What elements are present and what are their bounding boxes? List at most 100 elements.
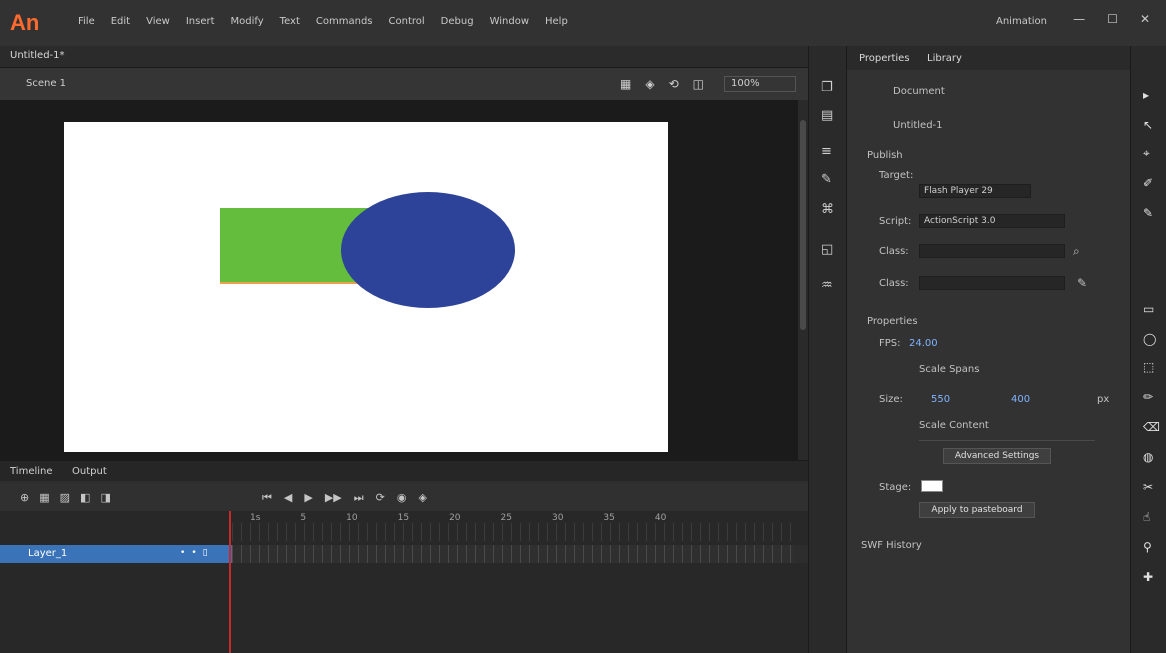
transform-tool-icon[interactable]: ⌖ bbox=[1143, 146, 1150, 161]
center-frame-icon[interactable]: ◉ bbox=[397, 491, 407, 505]
document-tab[interactable]: Untitled-1* bbox=[10, 50, 65, 61]
play-icon[interactable]: ▶ bbox=[304, 491, 312, 505]
rotate-icon[interactable]: ⟲ bbox=[669, 77, 679, 91]
first-frame-icon[interactable]: ⏮ bbox=[262, 491, 272, 505]
menu-file[interactable]: File bbox=[78, 16, 95, 27]
rectangle-tool-icon[interactable]: ▭ bbox=[1143, 302, 1154, 316]
menu-debug[interactable]: Debug bbox=[441, 16, 474, 27]
pen-tool-icon[interactable]: ✎ bbox=[1143, 206, 1153, 220]
advanced-settings-button[interactable]: Advanced Settings bbox=[943, 448, 1051, 464]
stage-label: Stage: bbox=[879, 482, 912, 493]
stage-scrollbar[interactable] bbox=[798, 100, 808, 460]
close-icon[interactable]: ✕ bbox=[1140, 12, 1150, 26]
properties-panel: Properties Library Document Untitled-1 P… bbox=[846, 46, 1131, 653]
eraser-tool-icon[interactable]: ⌫ bbox=[1143, 420, 1160, 434]
components-icon[interactable]: ⌘ bbox=[821, 202, 834, 217]
timeline-header: 1s 5 10 15 20 25 30 35 40 bbox=[0, 511, 808, 545]
edit-class-icon[interactable]: ✎ bbox=[1077, 276, 1087, 290]
playhead[interactable] bbox=[229, 511, 231, 653]
info-icon[interactable]: ≡ bbox=[821, 144, 832, 159]
menu-modify[interactable]: Modify bbox=[231, 16, 264, 27]
step-back-icon[interactable]: ◀ bbox=[284, 491, 292, 505]
zoom-tool-icon[interactable]: ⚲ bbox=[1143, 540, 1152, 554]
tween-icon[interactable]: ◈ bbox=[419, 491, 427, 505]
lasso-tool-icon[interactable]: ✐ bbox=[1143, 176, 1153, 190]
search-icon[interactable]: ⌕ bbox=[1073, 244, 1080, 259]
stage-canvas[interactable] bbox=[64, 122, 668, 452]
layer-row[interactable]: Layer_1 • • ▯ bbox=[0, 545, 232, 563]
menu-text[interactable]: Text bbox=[280, 16, 300, 27]
height-value[interactable]: 400 bbox=[1011, 394, 1030, 405]
menu-commands[interactable]: Commands bbox=[316, 16, 373, 27]
tab-timeline[interactable]: Timeline bbox=[10, 466, 53, 477]
tab-properties[interactable]: Properties bbox=[859, 53, 910, 64]
lock-toggle-icon[interactable]: • bbox=[191, 548, 196, 558]
properties-section[interactable]: Properties bbox=[867, 316, 918, 327]
menu-view[interactable]: View bbox=[146, 16, 170, 27]
blue-ellipse[interactable] bbox=[341, 192, 515, 308]
playback-controls: ⏮ ◀ ▶ ▶▶ ⏭ ⟳ ◉ ◈ bbox=[262, 491, 427, 505]
class-input[interactable] bbox=[919, 276, 1065, 290]
class-label: Class: bbox=[879, 246, 909, 257]
menu-edit[interactable]: Edit bbox=[111, 16, 130, 27]
script-select[interactable]: ActionScript 3.0 bbox=[919, 214, 1065, 228]
loop-icon[interactable]: ⟳ bbox=[376, 491, 385, 505]
apply-to-pasteboard-button[interactable]: Apply to pasteboard bbox=[919, 502, 1035, 518]
hand-tool-icon[interactable]: ☝ bbox=[1143, 510, 1150, 524]
swf-history-section[interactable]: SWF History bbox=[861, 540, 922, 551]
menu-help[interactable]: Help bbox=[545, 16, 568, 27]
library-icon[interactable]: ❐ bbox=[821, 80, 833, 95]
fps-value[interactable]: 24.00 bbox=[909, 338, 938, 349]
oval-tool-icon[interactable]: ◯ bbox=[1143, 332, 1156, 346]
paint-bucket-tool-icon[interactable]: ◍ bbox=[1143, 450, 1153, 464]
camera-icon[interactable]: ◈ bbox=[645, 77, 654, 91]
tab-output[interactable]: Output bbox=[72, 466, 107, 477]
edit-symbols-icon[interactable]: ▦ bbox=[620, 77, 631, 91]
menu-insert[interactable]: Insert bbox=[186, 16, 215, 27]
subselection-tool-icon[interactable]: ↖ bbox=[1143, 118, 1153, 132]
menu-control[interactable]: Control bbox=[389, 16, 425, 27]
cut-tool-icon[interactable]: ✂ bbox=[1143, 480, 1153, 494]
file-name: Untitled-1 bbox=[893, 120, 943, 131]
new-folder-icon[interactable]: ▦ bbox=[39, 491, 49, 504]
panel-icon-strip: ❐ ▤ ≡ ✎ ⌘ ◱ ♒ bbox=[808, 46, 846, 653]
layer-name[interactable]: Layer_1 bbox=[28, 548, 67, 559]
eye-toggle-icon[interactable]: • bbox=[180, 548, 185, 558]
workspace-switcher[interactable]: Animation bbox=[996, 16, 1047, 27]
new-layer-icon[interactable]: ⊕ bbox=[20, 491, 29, 504]
stage-color-swatch[interactable] bbox=[921, 480, 943, 492]
layer-controls: ⊕ ▦ ▨ ◧ ◨ bbox=[20, 491, 111, 504]
align-icon[interactable]: ▤ bbox=[821, 108, 833, 123]
scale-spans-checkbox[interactable]: Scale Spans bbox=[919, 364, 979, 375]
onion-skin-icon[interactable]: ◧ bbox=[80, 491, 90, 504]
fps-label: FPS: bbox=[879, 338, 901, 349]
delete-layer-icon[interactable]: ▨ bbox=[60, 491, 70, 504]
frames-row[interactable] bbox=[232, 545, 794, 563]
motion-presets-icon[interactable]: ◱ bbox=[821, 242, 833, 257]
width-value[interactable]: 550 bbox=[931, 394, 950, 405]
frame-ruler[interactable] bbox=[232, 523, 792, 541]
maximize-icon[interactable]: ☐ bbox=[1107, 12, 1118, 26]
publish-section[interactable]: Publish bbox=[867, 150, 903, 161]
step-forward-icon[interactable]: ▶▶ bbox=[325, 491, 342, 505]
brush-library-icon[interactable]: ✎ bbox=[821, 172, 832, 187]
selection-tool-icon[interactable]: ▸ bbox=[1143, 88, 1149, 102]
zoom-select[interactable]: 100% bbox=[724, 76, 796, 92]
outline-toggle-icon[interactable]: ▯ bbox=[203, 548, 208, 558]
pencil-tool-icon[interactable]: ✏ bbox=[1143, 390, 1153, 404]
polystar-tool-icon[interactable]: ⬚ bbox=[1143, 360, 1154, 374]
scale-content-checkbox[interactable]: Scale Content bbox=[919, 420, 989, 431]
tab-library[interactable]: Library bbox=[927, 53, 962, 64]
minimize-icon[interactable]: — bbox=[1073, 12, 1085, 26]
class-field[interactable] bbox=[919, 244, 1065, 258]
more-tools-icon[interactable]: ✚ bbox=[1143, 570, 1153, 584]
clip-icon[interactable]: ◫ bbox=[693, 77, 704, 91]
frame-number: 35 bbox=[603, 513, 615, 523]
menu-window[interactable]: Window bbox=[490, 16, 529, 27]
target-select[interactable]: Flash Player 29 bbox=[919, 184, 1031, 198]
edit-frames-icon[interactable]: ◨ bbox=[100, 491, 110, 504]
menu-items: File Edit View Insert Modify Text Comman… bbox=[78, 16, 568, 27]
scene-label[interactable]: Scene 1 bbox=[26, 78, 66, 89]
last-frame-icon[interactable]: ⏭ bbox=[354, 491, 364, 505]
code-snippets-icon[interactable]: ♒ bbox=[821, 278, 833, 293]
